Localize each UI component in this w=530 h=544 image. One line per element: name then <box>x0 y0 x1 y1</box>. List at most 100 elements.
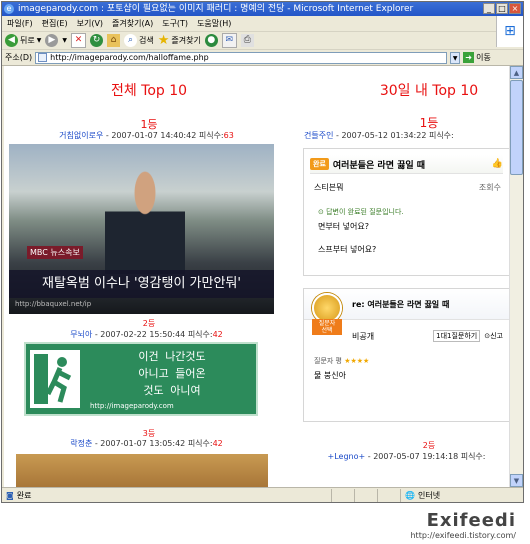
right-meta-2: +Legno+ - 2007-05-07 19:14:18 피식수: <box>327 452 486 461</box>
post-date: 2007-01-07 14:40:42 <box>111 131 197 140</box>
back-arrow-icon: ◀ <box>5 34 18 47</box>
image-watermark: http://imageparody.com <box>90 402 174 410</box>
favorites-button[interactable]: ★ 즐겨찾기 <box>158 33 201 48</box>
menu-bar: 파일(F) 편집(E) 보기(V) 즐겨찾기(A) 도구(T) 도움말(H) ⊞ <box>2 16 523 47</box>
favorites-label: 즐겨찾기 <box>171 36 201 45</box>
scroll-thumb[interactable] <box>510 80 523 175</box>
home-icon[interactable]: ⌂ <box>106 34 120 47</box>
right-column-title: 30일 내 Top 10 <box>379 83 479 99</box>
page-icon <box>38 53 48 62</box>
parody-image-1[interactable]: MBC 뉴스속보 재탈옥범 이수나 '영감탱이 가만안둬' http://bba… <box>9 144 274 314</box>
nickname-link[interactable]: 거침없이로우 <box>59 131 103 140</box>
menu-view[interactable]: 보기(V) <box>77 16 103 31</box>
post-date: 2007-01-07 13:05:42 <box>100 439 186 448</box>
left-rank-2: 2등 <box>142 319 156 328</box>
count-label: 피식수: <box>187 439 213 448</box>
scroll-down-button[interactable]: ▼ <box>510 474 523 487</box>
report-label: 신고 <box>490 332 503 340</box>
browser-window: e imageparody.com : 포토샵이 필요없는 이미지 패러디 : … <box>1 1 524 503</box>
status-cell <box>354 489 377 502</box>
window-title: imageparody.com : 포토샵이 필요없는 이미지 패러디 : 명예… <box>18 4 414 14</box>
answer-title: re: 여러분들은 라면 끓일 때 <box>352 299 450 309</box>
report-button[interactable]: ⊙신고 <box>484 331 503 341</box>
count-label: 피식수: <box>460 452 486 461</box>
nickname-link[interactable]: 건들주인 <box>304 131 333 140</box>
news-anchor-figure <box>105 170 185 274</box>
watermark-brand: Exifeedi <box>426 510 516 531</box>
parody-image-3[interactable] <box>16 454 268 487</box>
nickname-link[interactable]: 무뇌아 <box>70 330 92 339</box>
maximize-button[interactable]: □ <box>496 3 508 14</box>
count-label: 피식수: <box>428 131 454 140</box>
parody-image-2[interactable]: 이건 나간것도 아니고 들어온 것도 아니여 http://imageparod… <box>24 342 258 416</box>
search-label: 검색 <box>138 36 154 45</box>
address-bar: 주소(D) http://imageparody.com/halloffame.… <box>2 50 523 66</box>
question-card[interactable]: 완료 여러분들은 라면 끓일 때 👍 스티븐뭐 조회수 ⊙ 답변이 완료된 질문… <box>303 148 509 276</box>
ask-one-on-one-button[interactable]: 1대1질문하기 <box>433 330 481 342</box>
question-line-2: 스프부터 넣어요? <box>318 245 377 254</box>
internet-globe-icon: 🌐 <box>405 491 415 500</box>
close-button[interactable]: × <box>509 3 521 14</box>
left-column-title: 전체 Top 10 <box>110 83 188 99</box>
chevron-down-icon[interactable]: ▼ <box>62 37 67 44</box>
private-label: 비공개 <box>352 331 375 341</box>
menu-favorites[interactable]: 즐겨찾기(A) <box>112 16 153 31</box>
left-meta-1: 거침없이로우 - 2007-01-07 14:40:42 피식수:63 <box>59 131 234 140</box>
menu-help[interactable]: 도움말(H) <box>197 16 231 31</box>
rating-stars: ★★★★ <box>344 357 370 365</box>
scroll-up-button[interactable]: ▲ <box>510 66 523 79</box>
menu-tools[interactable]: 도구(T) <box>162 16 188 31</box>
thumbs-up-icon: 👍 <box>491 159 503 169</box>
mail-icon[interactable]: ✉ <box>221 33 237 48</box>
question-header: 완료 여러분들은 라면 끓일 때 👍 <box>310 155 503 174</box>
back-button[interactable]: ◀ 뒤로 ▼ <box>5 34 41 47</box>
status-cell <box>331 489 354 502</box>
title-bar: e imageparody.com : 포토샵이 필요없는 이미지 패러디 : … <box>2 2 523 16</box>
rating-row: 질문자 평 ★★★★ <box>304 342 509 366</box>
count-value: 42 <box>212 439 223 448</box>
address-input[interactable]: http://imageparody.com/halloffame.php <box>35 51 448 64</box>
ie-logo-icon: e <box>4 4 14 14</box>
print-icon[interactable]: ⎙ <box>240 34 254 47</box>
answer-card[interactable]: re: 여러분들은 라면 끓일 때 질문자 선택 비공개 1대1질문하기 ⊙신고… <box>303 288 509 422</box>
right-rank-2: 2등 <box>422 441 436 450</box>
answer-text: 물 붕신아 <box>314 371 346 380</box>
nickname-link[interactable]: +Legno+ <box>328 452 366 461</box>
go-button[interactable]: ➜ 이동 <box>463 52 491 63</box>
status-zone: 🌐 인터넷 <box>400 489 523 502</box>
refresh-icon[interactable]: ↻ <box>89 34 103 47</box>
menu-edit[interactable]: 편집(E) <box>42 16 68 31</box>
windows-flag-icon: ⊞ <box>496 16 523 47</box>
completed-badge: 완료 <box>310 158 329 170</box>
exit-figure-icon <box>30 350 80 408</box>
medal-line-2: 선택 <box>321 327 333 334</box>
go-label: 이동 <box>476 53 491 62</box>
media-icon[interactable]: ● <box>204 34 218 47</box>
vertical-scrollbar[interactable]: ▲ ▼ <box>509 66 523 487</box>
page-done-icon: ◙ <box>6 491 14 500</box>
address-dropdown-button[interactable]: ▼ <box>450 51 461 64</box>
minimize-button[interactable]: _ <box>483 3 495 14</box>
page-content: 전체 Top 10 30일 내 Top 10 1등 거침없이로우 - 2007-… <box>4 66 509 487</box>
status-done: ◙ 완료 <box>2 488 331 502</box>
image-watermark: http://bbaquxel.net/ip <box>15 300 92 308</box>
left-meta-3: 락정춘 - 2007-01-07 13:05:42 피식수:42 <box>70 439 223 448</box>
forward-arrow-icon[interactable]: ▶ <box>45 34 59 47</box>
news-caption: 재탈옥범 이수나 '영감탱이 가만안둬' <box>9 270 274 298</box>
question-line-1: 면부터 넣어요? <box>318 222 369 231</box>
window-controls: _ □ × <box>483 3 521 14</box>
menu-file[interactable]: 파일(F) <box>7 16 33 31</box>
status-cell <box>377 489 400 502</box>
search-button[interactable]: ⌕ 검색 <box>123 34 154 47</box>
medal-line-1: 질문자 <box>318 320 336 327</box>
left-meta-2: 무뇌아 - 2007-02-22 15:50:44 피식수:42 <box>70 330 223 339</box>
address-url: http://imageparody.com/halloffame.php <box>50 53 209 62</box>
answered-note: ⊙ 답변이 완료된 질문입니다. <box>304 193 509 217</box>
count-label: 피식수: <box>187 330 213 339</box>
post-date: 2007-05-12 01:34:22 <box>341 131 427 140</box>
go-arrow-icon: ➜ <box>463 52 475 63</box>
status-done-text: 완료 <box>16 491 32 500</box>
stop-icon[interactable]: ✕ <box>70 33 86 48</box>
nickname-link[interactable]: 락정춘 <box>70 439 92 448</box>
views-label: 조회수 <box>478 183 501 192</box>
